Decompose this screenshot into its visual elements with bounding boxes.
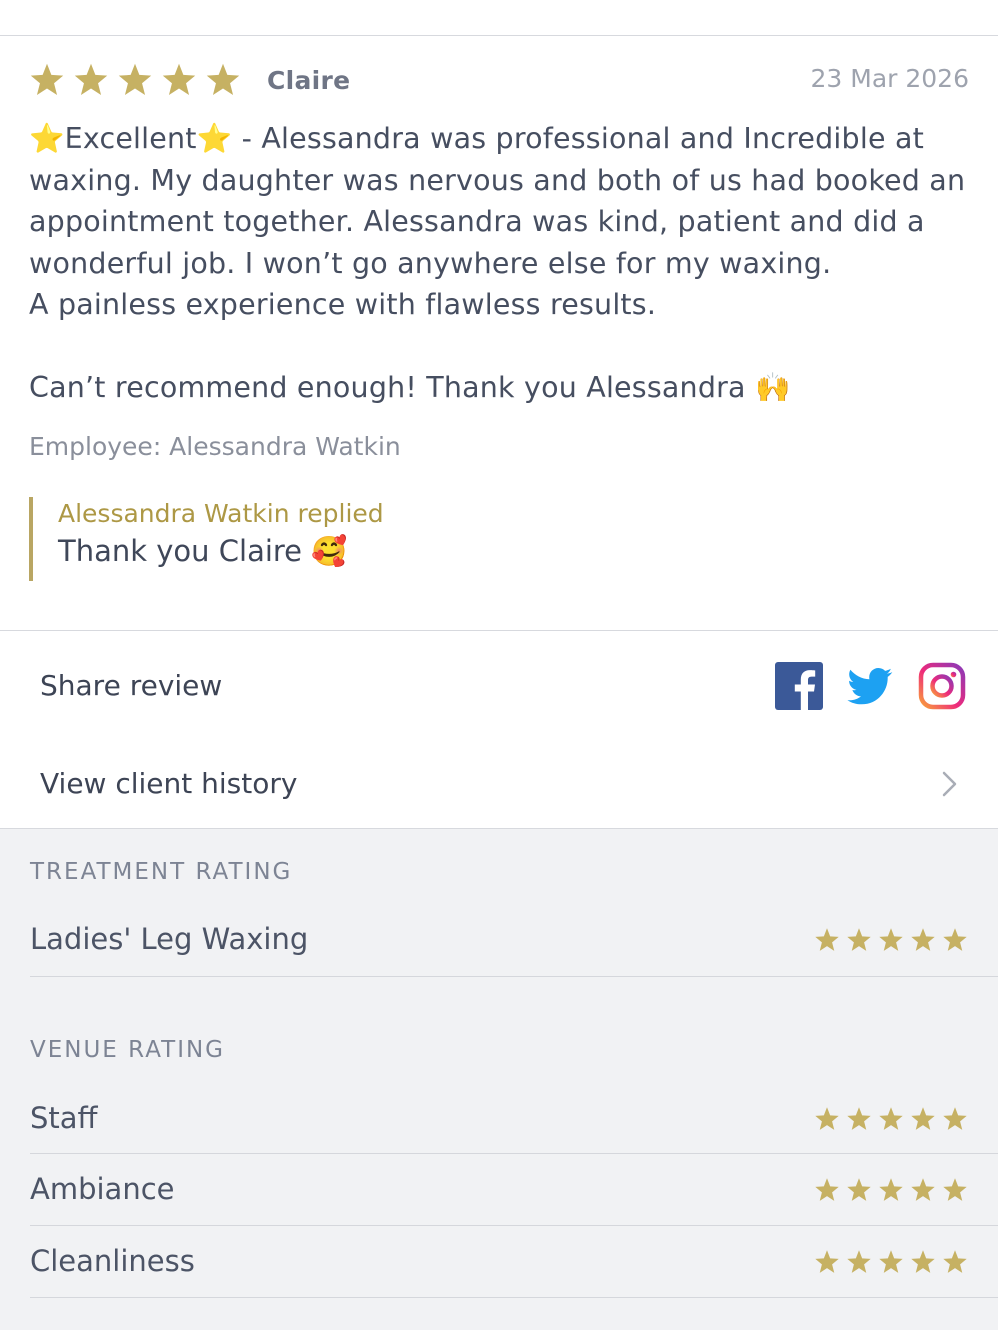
employee-label: Employee: Alessandra Watkin — [29, 432, 401, 461]
star-icon — [846, 927, 872, 953]
star-icon — [878, 1106, 904, 1132]
star-icon — [814, 1249, 840, 1275]
view-client-history-label: View client history — [40, 767, 298, 800]
instagram-icon[interactable] — [918, 662, 966, 710]
star-icon — [846, 1249, 872, 1275]
star-icon — [910, 1249, 936, 1275]
top-divider — [0, 35, 998, 36]
venue-rating-row-cleanliness: Cleanliness — [30, 1226, 998, 1298]
reply-text: Thank you Claire 🥰 — [58, 534, 348, 568]
review-body: ⭐Excellent⭐ - Alessandra was professiona… — [29, 122, 966, 404]
treatment-rating-row: Ladies' Leg Waxing — [30, 919, 998, 977]
star-icon — [846, 1177, 872, 1203]
star-icon — [910, 1106, 936, 1132]
review-author: Claire — [267, 65, 351, 95]
treatment-star-rating — [814, 927, 968, 953]
review-star-rating — [29, 62, 241, 98]
star-icon — [942, 927, 968, 953]
star-icon — [942, 1177, 968, 1203]
star-icon — [117, 62, 153, 98]
star-icon — [942, 1106, 968, 1132]
star-icon — [878, 1249, 904, 1275]
facebook-icon[interactable] — [775, 662, 823, 710]
staff-star-rating — [814, 1106, 968, 1132]
venue-rating-row-staff: Staff — [30, 1091, 998, 1154]
star-icon — [814, 1106, 840, 1132]
venue-label-cleanliness: Cleanliness — [30, 1244, 195, 1278]
share-review-row: Share review — [0, 630, 998, 741]
reply-block: Alessandra Watkin replied Thank you Clai… — [29, 497, 384, 581]
star-icon — [910, 1177, 936, 1203]
venue-rating-row-ambiance: Ambiance — [30, 1154, 998, 1226]
star-icon — [29, 62, 65, 98]
share-review-label: Share review — [40, 669, 223, 702]
star-icon — [814, 1177, 840, 1203]
star-icon — [205, 62, 241, 98]
treatment-label: Ladies' Leg Waxing — [30, 922, 309, 956]
review-header: Claire — [29, 60, 350, 100]
treatment-rating-title: TREATMENT RATING — [30, 859, 293, 885]
star-icon — [814, 927, 840, 953]
star-icon — [910, 927, 936, 953]
view-client-history-row[interactable]: View client history — [0, 740, 998, 829]
ratings-section: TREATMENT RATING Ladies' Leg Waxing VENU… — [0, 829, 998, 1330]
star-icon — [161, 62, 197, 98]
reply-author: Alessandra Watkin replied — [58, 499, 384, 528]
venue-rating-title: VENUE RATING — [30, 1037, 226, 1063]
cleanliness-star-rating — [814, 1249, 968, 1275]
venue-label-ambiance: Ambiance — [30, 1172, 175, 1206]
review-date: 23 Mar 2026 — [810, 64, 970, 93]
star-icon — [878, 1177, 904, 1203]
ambiance-star-rating — [814, 1177, 968, 1203]
star-icon — [942, 1249, 968, 1275]
star-icon — [878, 927, 904, 953]
twitter-icon[interactable] — [846, 662, 894, 710]
venue-label-staff: Staff — [30, 1101, 98, 1135]
chevron-right-icon — [942, 771, 957, 797]
star-icon — [846, 1106, 872, 1132]
star-icon — [73, 62, 109, 98]
